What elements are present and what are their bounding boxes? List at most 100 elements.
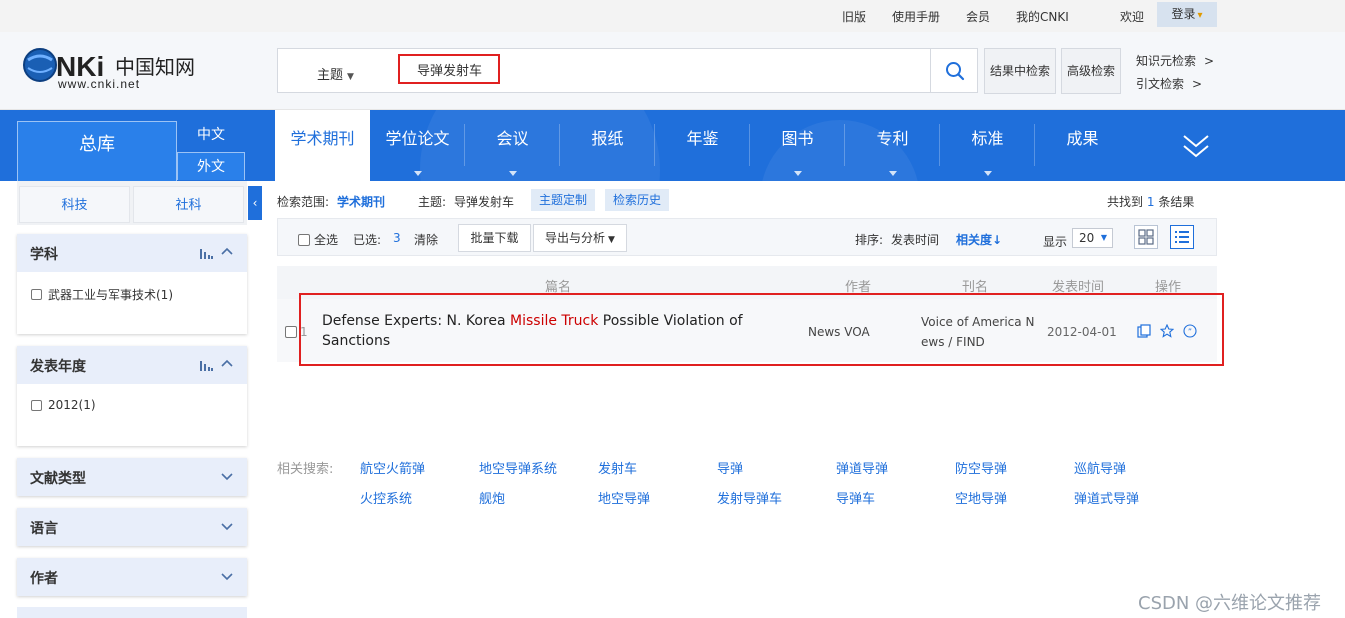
related-search-link[interactable]: 弹道导弹 <box>836 458 888 477</box>
related-search-link[interactable]: 防空导弹 <box>955 458 1007 477</box>
chevron-up-icon[interactable] <box>221 358 233 370</box>
export-analysis-button[interactable]: 导出与分析 ▼ <box>533 224 627 252</box>
related-search-label: 相关搜索: <box>277 462 334 477</box>
caret-down-icon: ▼ <box>347 72 354 82</box>
chart-icon[interactable] <box>200 249 213 259</box>
related-search-link[interactable]: 发射导弹车 <box>717 488 782 507</box>
tab-books[interactable]: 图书 <box>750 110 845 181</box>
subject-tab-science[interactable]: 科技 <box>19 186 130 223</box>
field-select[interactable]: 主题 ▼ <box>317 64 354 83</box>
tab-achievements[interactable]: 成果 <box>1035 110 1130 181</box>
batch-download-button[interactable]: 批量下载 <box>458 224 531 252</box>
knowledge-search-link[interactable]: 知识元检索 > <box>1136 52 1214 69</box>
select-all[interactable]: 全选 <box>298 231 338 248</box>
facet-title: 发表年度 <box>30 359 86 375</box>
related-search-link[interactable]: 火控系统 <box>360 488 412 507</box>
list-view-button[interactable] <box>1170 225 1194 249</box>
chevron-down-icon[interactable] <box>221 520 233 532</box>
expand-nav-icon[interactable] <box>1180 128 1212 164</box>
scope-value[interactable]: 学术期刊 <box>337 193 385 210</box>
all-databases-tab[interactable]: 总库 <box>17 121 177 181</box>
related-search-link[interactable]: 导弹车 <box>836 488 875 507</box>
chart-icon[interactable] <box>200 361 213 371</box>
member-link[interactable]: 会员 <box>966 8 990 25</box>
foreign-tab[interactable]: 外文 <box>177 152 245 180</box>
search-button[interactable] <box>930 48 978 93</box>
facet-title: 作者 <box>30 571 58 587</box>
related-search-link[interactable]: 导弹 <box>717 458 743 477</box>
search-box <box>277 48 978 93</box>
caret-down-icon: ▼ <box>1100 233 1107 242</box>
related-search-link[interactable]: 发射车 <box>598 458 637 477</box>
tab-label: 专利 <box>876 129 909 148</box>
facet-header[interactable]: 作者 <box>17 558 247 596</box>
chevron-down-icon[interactable] <box>221 570 233 582</box>
select-all-label: 全选 <box>314 233 339 247</box>
login-button[interactable]: 登录 ▾ <box>1157 2 1217 27</box>
related-search-link[interactable]: 航空火箭弹 <box>360 458 425 477</box>
caret-down-icon <box>793 171 802 176</box>
caret-down-icon <box>983 171 992 176</box>
page-size-select[interactable]: 20 ▼ <box>1072 228 1113 248</box>
search-history-button[interactable]: 检索历史 <box>605 189 669 211</box>
related-search-link[interactable]: 地空导弹 <box>598 488 650 507</box>
tab-label: 标准 <box>971 129 1004 148</box>
facet-option[interactable]: 武器工业与军事技术(1) <box>31 286 173 303</box>
result-count-number: 1 <box>1146 195 1155 209</box>
tab-label: 年鉴 <box>686 129 719 148</box>
sort-relevance-option[interactable]: 相关度↓ <box>956 231 1002 248</box>
result-count-suffix: 条结果 <box>1158 195 1195 209</box>
collapse-sidebar-button[interactable]: ‹ <box>248 186 262 220</box>
citation-search-link[interactable]: 引文检索 > <box>1136 75 1202 92</box>
checkbox[interactable] <box>298 233 310 246</box>
login-label: 登录 <box>1171 7 1196 21</box>
my-cnki-link[interactable]: 我的CNKI <box>1016 8 1069 25</box>
facet-header[interactable]: 发表年度 <box>17 346 247 384</box>
related-search-link[interactable]: 空地导弹 <box>955 488 1007 507</box>
row-checkbox[interactable] <box>285 326 297 338</box>
facet-header[interactable]: 学科 <box>17 234 247 272</box>
selected-count[interactable]: 3 <box>393 231 401 245</box>
tab-conferences[interactable]: 会议 <box>465 110 560 181</box>
facet-more <box>17 607 247 618</box>
facet-header[interactable]: 文献类型 <box>17 458 247 496</box>
manual-link[interactable]: 使用手册 <box>892 8 940 25</box>
related-search-link[interactable]: 弹道式导弹 <box>1074 488 1139 507</box>
tab-label: 报纸 <box>591 129 624 148</box>
facet-option-label: 2012(1) <box>48 398 96 412</box>
subject-tab-social[interactable]: 社科 <box>133 186 244 223</box>
welcome-text: 欢迎 <box>1120 10 1145 24</box>
search-in-results-button[interactable]: 结果中检索 <box>984 48 1056 94</box>
related-search-link[interactable]: 巡航导弹 <box>1074 458 1126 477</box>
result-count-prefix: 共找到 <box>1107 195 1144 209</box>
watermark: CSDN @六维论文推荐 <box>1138 593 1322 614</box>
related-search-link[interactable]: 舰炮 <box>479 488 505 507</box>
tab-yearbooks[interactable]: 年鉴 <box>655 110 750 181</box>
topic-custom-button[interactable]: 主题定制 <box>531 189 595 211</box>
sort-date-option[interactable]: 发表时间 <box>891 231 939 248</box>
clear-link[interactable]: 清除 <box>414 231 438 248</box>
tab-theses[interactable]: 学位论文 <box>370 110 465 181</box>
old-version-link[interactable]: 旧版 <box>842 8 866 25</box>
related-search-link[interactable]: 地空导弹系统 <box>479 458 557 477</box>
sort-relevance-label: 相关度 <box>956 233 993 247</box>
tab-standards[interactable]: 标准 <box>940 110 1035 181</box>
knowledge-search-label: 知识元检索 <box>1136 54 1197 68</box>
tab-journals[interactable]: 学术期刊 <box>275 110 370 181</box>
facet-header[interactable]: 语言 <box>17 508 247 546</box>
chevron-up-icon[interactable] <box>221 246 233 258</box>
chinese-tab[interactable]: 中文 <box>177 121 245 149</box>
page-size-value: 20 <box>1079 231 1095 245</box>
cnki-logo[interactable]: NKi 中国知网 www.cnki.net <box>20 46 200 91</box>
tab-newspapers[interactable]: 报纸 <box>560 110 655 181</box>
caret-down-icon <box>888 171 897 176</box>
chevron-down-icon[interactable] <box>221 470 233 482</box>
advanced-search-button[interactable]: 高级检索 <box>1061 48 1121 94</box>
facet-option[interactable]: 2012(1) <box>31 398 96 412</box>
tab-patents[interactable]: 专利 <box>845 110 940 181</box>
search-input[interactable] <box>398 54 500 84</box>
checkbox[interactable] <box>31 399 42 411</box>
grid-view-button[interactable] <box>1134 225 1158 249</box>
checkbox[interactable] <box>31 289 42 300</box>
facet-language: 语言 <box>17 508 247 546</box>
